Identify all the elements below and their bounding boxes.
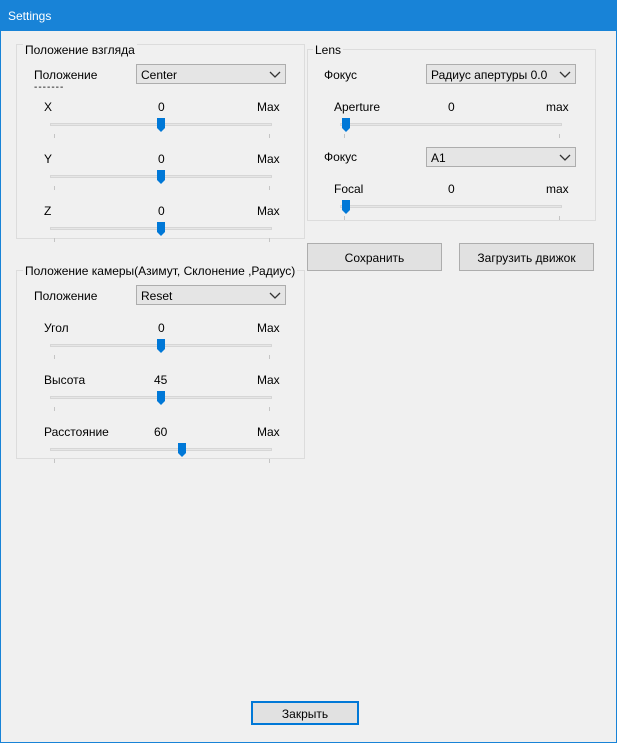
aperture-radius-selected-value: Радиус апертуры 0.0 (431, 68, 548, 82)
view-y-slider-thumb-icon[interactable] (157, 170, 165, 184)
elevation-value: 45 (154, 373, 168, 387)
view-x-tick-min (54, 134, 55, 138)
focal-tick-max (559, 216, 560, 220)
view-x-tick-max (269, 134, 270, 138)
view-y-value: 0 (158, 152, 165, 166)
elevation-max: Max (257, 373, 280, 387)
view-x-max: Max (257, 100, 280, 114)
view-z-label: Z (44, 204, 52, 218)
save-button[interactable]: Сохранить (307, 243, 442, 271)
aperture-tick-max (559, 134, 560, 138)
distance-slider-thumb-icon[interactable] (178, 443, 186, 457)
aperture-max: max (546, 100, 569, 114)
lens-focus-label-1: Фокус (324, 68, 358, 82)
view-z-tick-min (54, 238, 55, 242)
view-z-tick-max (269, 238, 270, 242)
view-position-label-underline: ------- (34, 82, 65, 93)
aperture-label: Aperture (334, 100, 381, 114)
load-engine-button[interactable]: Загрузить движок (459, 243, 594, 271)
view-x-label: X (44, 100, 53, 114)
view-y-max: Max (257, 152, 280, 166)
chevron-down-icon (559, 154, 571, 161)
chevron-down-icon (269, 292, 281, 299)
close-button[interactable]: Закрыть (251, 701, 359, 725)
view-position-label: Положение (34, 68, 98, 82)
focus-select[interactable]: A1 (426, 147, 576, 167)
elevation-slider-thumb-icon[interactable] (157, 391, 165, 405)
azimuth-tick-max (269, 355, 270, 359)
elevation-label: Высота (44, 373, 86, 387)
camera-position-group-title: Положение камеры(Азимут, Склонение ,Ради… (23, 264, 298, 278)
azimuth-tick-min (54, 355, 55, 359)
azimuth-value: 0 (158, 321, 165, 335)
view-x-value: 0 (158, 100, 165, 114)
chevron-down-icon (269, 71, 281, 78)
close-button-label: Закрыть (281, 707, 329, 721)
aperture-tick-min (344, 134, 345, 138)
view-y-label: Y (44, 152, 53, 166)
view-position-select[interactable]: Center (136, 64, 286, 84)
view-z-value: 0 (158, 204, 165, 218)
focal-slider-thumb-icon[interactable] (342, 200, 350, 214)
aperture-value: 0 (448, 100, 455, 114)
lens-focus-label-2: Фокус (324, 150, 358, 164)
focal-label: Focal (334, 182, 364, 196)
focal-slider-track[interactable] (340, 205, 562, 208)
distance-slider-track[interactable] (50, 448, 272, 451)
view-position-selected-value: Center (141, 68, 178, 82)
view-y-tick-min (54, 186, 55, 190)
distance-tick-max (269, 459, 270, 463)
save-button-label: Сохранить (344, 251, 405, 265)
camera-position-label: Положение (34, 289, 98, 303)
azimuth-slider-thumb-icon[interactable] (157, 339, 165, 353)
azimuth-label: Угол (44, 321, 69, 335)
chevron-down-icon (559, 71, 571, 78)
view-z-slider-thumb-icon[interactable] (157, 222, 165, 236)
load-engine-button-label: Загрузить движок (477, 251, 576, 265)
focus-selected-value: A1 (431, 151, 446, 165)
focal-value: 0 (448, 182, 455, 196)
title-bar[interactable]: Settings (1, 1, 616, 31)
aperture-radius-select[interactable]: Радиус апертуры 0.0 (426, 64, 576, 84)
aperture-slider-thumb-icon[interactable] (342, 118, 350, 132)
elevation-tick-min (54, 407, 55, 411)
view-z-max: Max (257, 204, 280, 218)
view-position-group-title: Положение взгляда (23, 43, 137, 57)
elevation-tick-max (269, 407, 270, 411)
distance-label: Расстояние (44, 425, 109, 439)
azimuth-max: Max (257, 321, 280, 335)
view-y-tick-max (269, 186, 270, 190)
camera-position-select[interactable]: Reset (136, 285, 286, 305)
lens-group-title: Lens (313, 43, 344, 57)
window-title: Settings (8, 9, 52, 23)
focal-max: max (546, 182, 569, 196)
distance-max: Max (257, 425, 280, 439)
camera-position-selected-value: Reset (141, 289, 173, 303)
view-x-slider-thumb-icon[interactable] (157, 118, 165, 132)
distance-tick-min (54, 459, 55, 463)
aperture-slider-track[interactable] (340, 123, 562, 126)
focal-tick-min (344, 216, 345, 220)
distance-value: 60 (154, 425, 168, 439)
settings-window: Settings Положение взгляда Положение ---… (0, 0, 617, 743)
